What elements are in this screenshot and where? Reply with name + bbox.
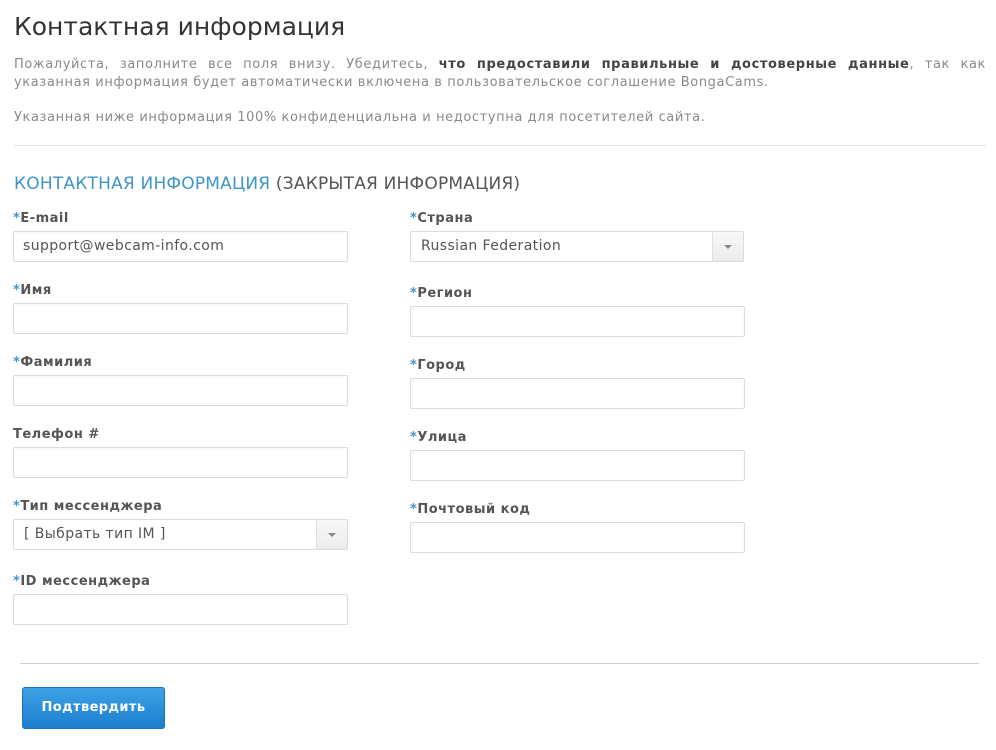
email-group: *E-mail support@webcam-info.com	[13, 210, 348, 262]
intro-text-emphasis: что предоставили правильные и достоверны…	[438, 57, 910, 72]
dropdown-toggle[interactable]	[316, 520, 347, 549]
first-name-field[interactable]	[13, 303, 348, 334]
street-field[interactable]	[410, 450, 745, 481]
intro-text-start: Пожалуйста, заполните все поля внизу. Уб…	[14, 57, 439, 72]
messenger-id-field[interactable]	[13, 594, 348, 625]
email-field[interactable]: support@webcam-info.com	[13, 231, 348, 262]
first-name-label: *Имя	[13, 283, 52, 298]
phone-label: Телефон #	[13, 427, 100, 442]
region-label: *Регион	[410, 286, 473, 301]
dropdown-toggle[interactable]	[712, 232, 743, 261]
city-label: *Город	[410, 358, 466, 373]
first-name-group: *Имя	[13, 282, 348, 334]
page-title: Контактная информация	[14, 12, 346, 41]
phone-field[interactable]	[13, 447, 348, 478]
postal-code-field[interactable]	[410, 522, 745, 553]
messenger-type-label: *Тип мессенджера	[13, 499, 163, 514]
phone-group: Телефон #	[13, 426, 348, 478]
last-name-label: *Фамилия	[13, 355, 93, 370]
region-field[interactable]	[410, 306, 745, 337]
section-title: КОНТАКТНАЯ ИНФОРМАЦИЯ (ЗАКРЫТАЯ ИНФОРМАЦ…	[14, 174, 520, 194]
country-label: *Страна	[410, 211, 474, 226]
city-group: *Город	[410, 357, 745, 409]
country-group: *Страна Russian Federation	[410, 210, 744, 262]
postal-code-group: *Почтовый код	[410, 501, 745, 553]
street-group: *Улица	[410, 429, 745, 481]
street-label: *Улица	[410, 430, 467, 445]
last-name-group: *Фамилия	[13, 354, 348, 406]
messenger-type-group: *Тип мессенджера [ Выбрать тип IM ]	[13, 498, 348, 550]
country-value: Russian Federation	[421, 238, 562, 254]
messenger-type-select[interactable]: [ Выбрать тип IM ]	[13, 519, 348, 550]
chevron-down-icon	[724, 245, 732, 249]
email-label: *E-mail	[13, 211, 69, 226]
intro-text: Пожалуйста, заполните все поля внизу. Уб…	[14, 56, 986, 92]
messenger-type-value: [ Выбрать тип IM ]	[24, 526, 166, 542]
section-title-sub: (ЗАКРЫТАЯ ИНФОРМАЦИЯ)	[270, 174, 521, 194]
postal-code-label: *Почтовый код	[410, 502, 531, 517]
divider	[14, 145, 986, 146]
messenger-id-label: *ID мессенджера	[13, 574, 151, 589]
divider	[20, 663, 979, 664]
chevron-down-icon	[328, 533, 336, 537]
messenger-id-group: *ID мессенджера	[13, 573, 348, 625]
region-group: *Регион	[410, 285, 745, 337]
submit-button[interactable]: Подтвердить	[22, 687, 165, 729]
section-title-main: КОНТАКТНАЯ ИНФОРМАЦИЯ	[14, 174, 271, 194]
last-name-field[interactable]	[13, 375, 348, 406]
country-select[interactable]: Russian Federation	[410, 231, 744, 262]
city-field[interactable]	[410, 378, 745, 409]
privacy-note: Указанная ниже информация 100% конфиденц…	[14, 110, 706, 125]
